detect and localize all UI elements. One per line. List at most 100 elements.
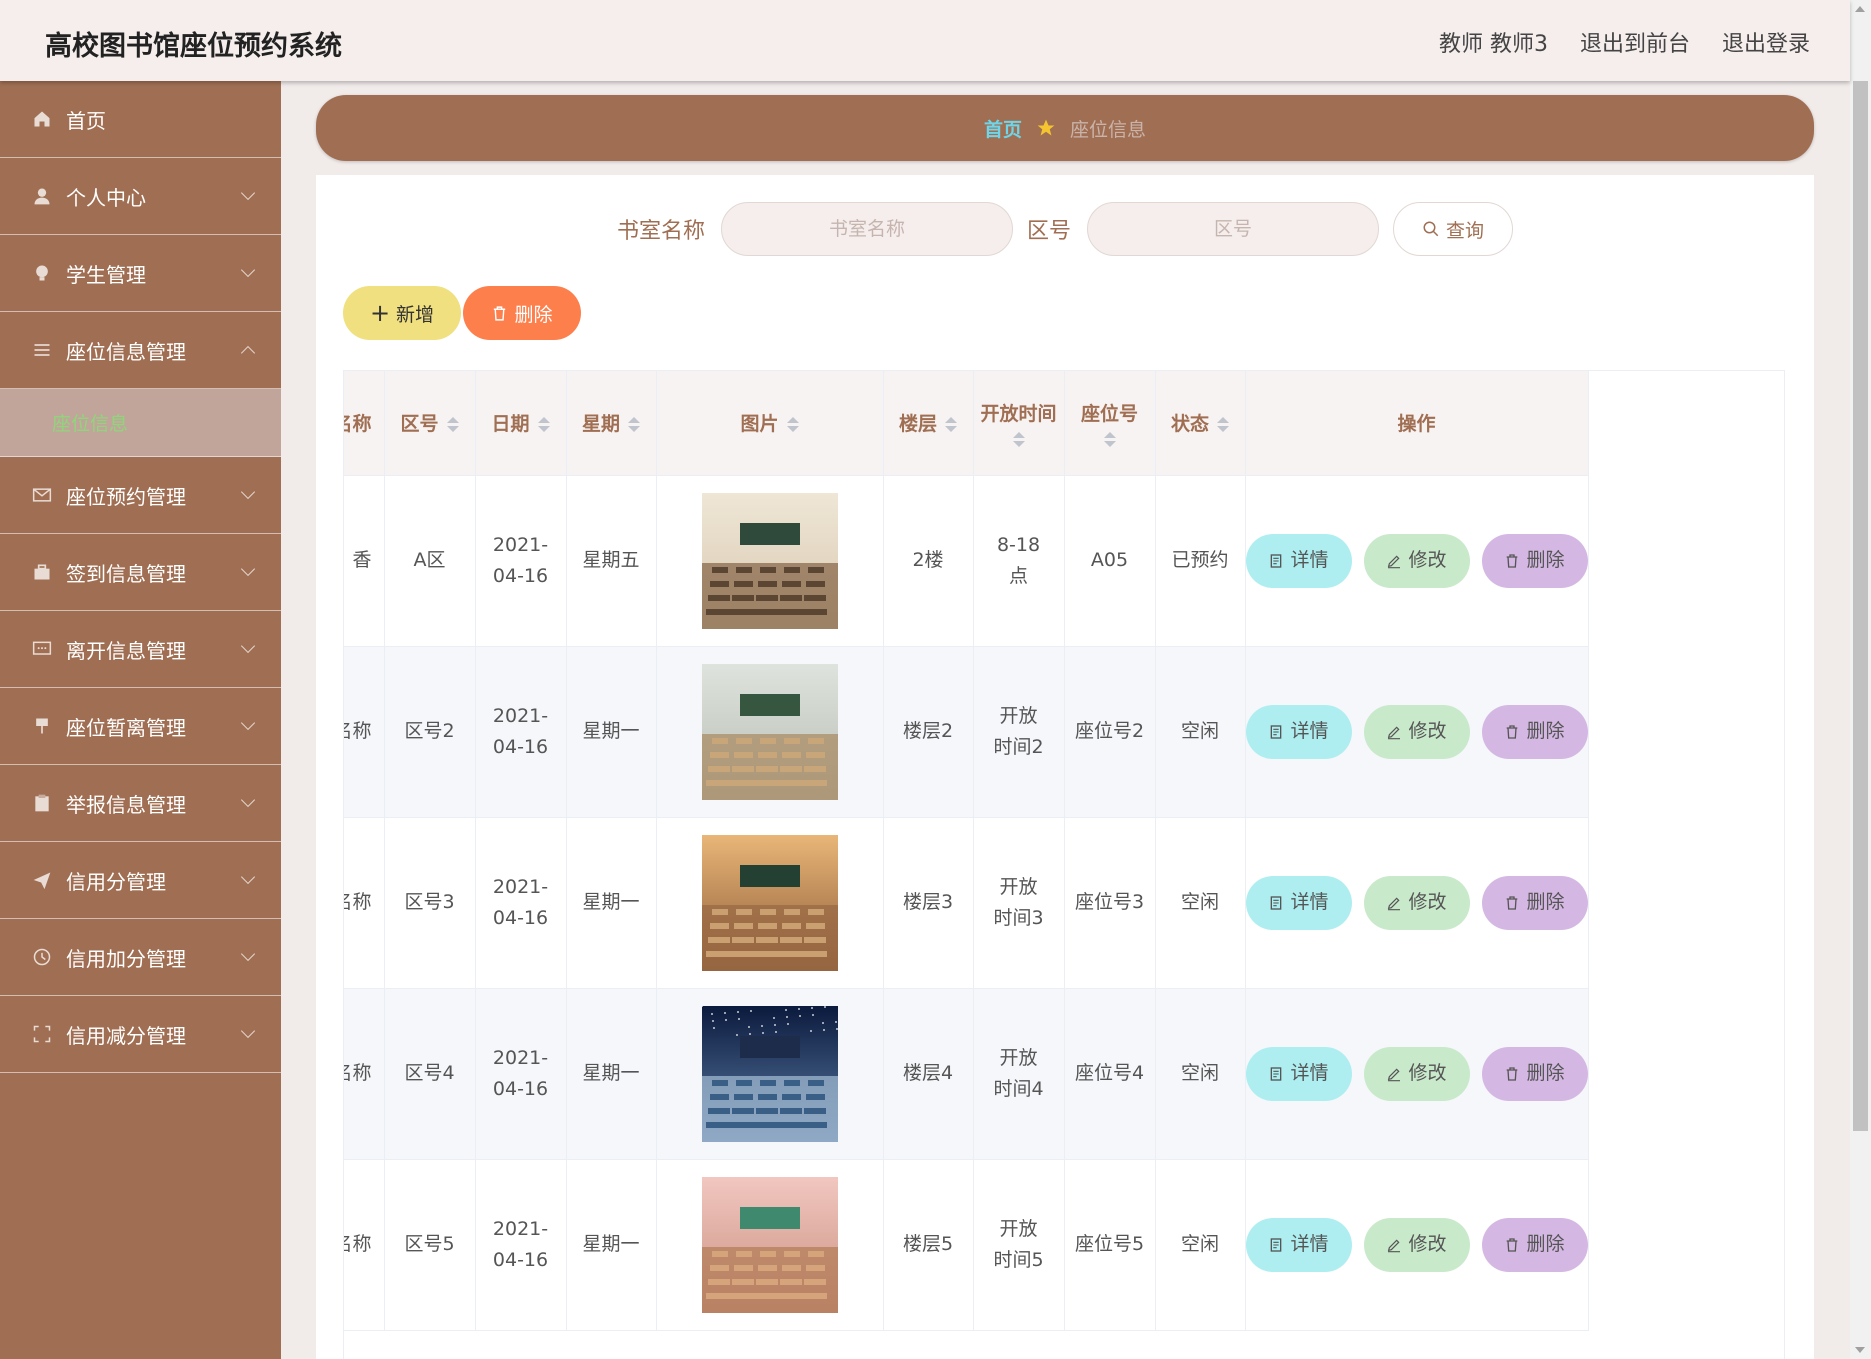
detail-button[interactable]: 详情 bbox=[1245, 1217, 1352, 1272]
trash-icon bbox=[1507, 1066, 1518, 1081]
clipboard-icon bbox=[32, 793, 52, 813]
detail-button[interactable]: 详情 bbox=[1245, 1046, 1352, 1101]
sidebar-item-label: 个人中心 bbox=[66, 185, 146, 210]
table-header-row: 名称 区号 日期 星期 图片 楼层 开放时间 座位号 状态 操作 bbox=[344, 371, 1589, 476]
delete-button[interactable]: 删除 bbox=[1481, 1046, 1588, 1101]
scroll-down-arrow-icon[interactable] bbox=[1855, 1347, 1865, 1353]
action-buttons: + 新增 删除 bbox=[343, 286, 581, 340]
sidebar-item-6[interactable]: 离开信息管理 bbox=[0, 611, 281, 688]
col-name[interactable]: 名称 bbox=[344, 371, 385, 476]
col-area[interactable]: 区号 bbox=[384, 371, 476, 476]
sort-icon[interactable] bbox=[1065, 431, 1155, 447]
document-icon bbox=[1271, 1066, 1282, 1081]
page-scrollbar[interactable] bbox=[1850, 0, 1871, 1359]
sidebar-item-0[interactable]: 首页 bbox=[0, 81, 281, 158]
cell-date: 2021-04-16 bbox=[475, 817, 567, 989]
sidebar-item-1[interactable]: 个人中心 bbox=[0, 158, 281, 235]
breadcrumb: 首页 座位信息 bbox=[316, 95, 1814, 161]
sidebar-subitem-seat-info[interactable]: 座位信息 bbox=[0, 389, 281, 457]
search-icon bbox=[1423, 221, 1439, 237]
sidebar-item-label: 举报信息管理 bbox=[66, 792, 186, 817]
add-button-label: 新增 bbox=[396, 303, 435, 326]
cell-image bbox=[656, 646, 884, 818]
query-button[interactable]: 查询 bbox=[1393, 202, 1514, 256]
sort-icon[interactable] bbox=[446, 417, 459, 433]
sort-icon[interactable] bbox=[786, 417, 799, 433]
delete-button[interactable]: 删除 bbox=[1481, 704, 1588, 759]
scroll-up-arrow-icon[interactable] bbox=[1855, 6, 1865, 12]
col-open-time[interactable]: 开放时间 bbox=[973, 371, 1065, 476]
sidebar-item-9[interactable]: 信用分管理 bbox=[0, 842, 281, 919]
logout-link[interactable]: 退出登录 bbox=[1722, 26, 1810, 58]
current-user-label: 教师 教师3 bbox=[1438, 32, 1548, 57]
cell-date: 2021-04-16 bbox=[475, 646, 567, 818]
col-status[interactable]: 状态 bbox=[1155, 371, 1246, 476]
sidebar-item-10[interactable]: 信用加分管理 bbox=[0, 919, 281, 996]
delete-button[interactable]: 删除 bbox=[1481, 1217, 1588, 1272]
sidebar-item-5[interactable]: 签到信息管理 bbox=[0, 534, 281, 611]
cell-name: 名称 bbox=[344, 1159, 385, 1331]
col-image[interactable]: 图片 bbox=[656, 371, 884, 476]
top-header: 高校图书馆座位预约系统 教师 教师3 退出到前台 退出登录 bbox=[0, 0, 1850, 81]
sort-icon[interactable] bbox=[628, 417, 640, 433]
add-button[interactable]: + 新增 bbox=[343, 286, 461, 340]
detail-button[interactable]: 详情 bbox=[1245, 533, 1352, 588]
room-name-input[interactable] bbox=[721, 202, 1013, 256]
sidebar-item-3[interactable]: 座位信息管理 bbox=[0, 312, 281, 389]
sidebar-item-11[interactable]: 信用减分管理 bbox=[0, 996, 281, 1073]
sidebar-item-7[interactable]: 座位暂离管理 bbox=[0, 688, 281, 765]
cell-seat-no: 座位号2 bbox=[1064, 646, 1156, 818]
detail-button[interactable]: 详情 bbox=[1245, 875, 1352, 930]
sidebar-item-8[interactable]: 举报信息管理 bbox=[0, 765, 281, 842]
cell-date: 2021-04-16 bbox=[475, 1159, 567, 1331]
sort-icon[interactable] bbox=[974, 431, 1064, 447]
cell-week: 星期一 bbox=[566, 1159, 657, 1331]
col-floor[interactable]: 楼层 bbox=[883, 371, 974, 476]
col-week[interactable]: 星期 bbox=[566, 371, 657, 476]
sort-icon[interactable] bbox=[1217, 417, 1229, 433]
sort-icon[interactable] bbox=[945, 417, 957, 433]
cell-seat-no: 座位号5 bbox=[1064, 1159, 1156, 1331]
sidebar-item-4[interactable]: 座位预约管理 bbox=[0, 457, 281, 534]
cell-area: A区 bbox=[384, 475, 476, 647]
cell-area: 区号2 bbox=[384, 646, 476, 818]
delete-button[interactable]: 删除 bbox=[1481, 533, 1588, 588]
search-form: 书室名称 区号 查询 bbox=[316, 202, 1814, 256]
star-icon bbox=[1037, 119, 1055, 136]
edit-button[interactable]: 修改 bbox=[1363, 704, 1470, 759]
detail-button[interactable]: 详情 bbox=[1245, 704, 1352, 759]
home-icon bbox=[32, 109, 52, 129]
edit-button[interactable]: 修改 bbox=[1363, 1217, 1470, 1272]
chevron-down-icon bbox=[240, 946, 256, 962]
sidebar-item-label: 座位信息管理 bbox=[66, 339, 186, 364]
col-seat-no[interactable]: 座位号 bbox=[1064, 371, 1156, 476]
menu-icon bbox=[32, 340, 52, 360]
clock-icon bbox=[32, 947, 52, 967]
edit-button[interactable]: 修改 bbox=[1363, 875, 1470, 930]
col-date[interactable]: 日期 bbox=[475, 371, 567, 476]
chevron-down-icon bbox=[240, 792, 256, 808]
batch-delete-button[interactable]: 删除 bbox=[463, 286, 581, 340]
scroll-thumb[interactable] bbox=[1853, 81, 1868, 1131]
sidebar-item-label: 离开信息管理 bbox=[66, 638, 186, 663]
pin-icon bbox=[32, 716, 52, 736]
cell-status: 空闲 bbox=[1155, 988, 1246, 1160]
cell-status: 已预约 bbox=[1155, 475, 1246, 647]
cell-status: 空闲 bbox=[1155, 646, 1246, 818]
mail-icon bbox=[32, 485, 52, 505]
cell-open-time: 8-18点 bbox=[973, 475, 1065, 647]
breadcrumb-home[interactable]: 首页 bbox=[984, 115, 1022, 142]
area-input[interactable] bbox=[1087, 202, 1380, 256]
sidebar-item-2[interactable]: 学生管理 bbox=[0, 235, 281, 312]
sidebar-item-label: 座位暂离管理 bbox=[66, 715, 186, 740]
breadcrumb-current: 座位信息 bbox=[1070, 118, 1147, 141]
sort-icon[interactable] bbox=[537, 417, 550, 433]
exit-to-front-link[interactable]: 退出到前台 bbox=[1580, 26, 1690, 58]
chevron-down-icon bbox=[240, 869, 256, 885]
edit-button[interactable]: 修改 bbox=[1363, 1046, 1470, 1101]
trash-icon bbox=[1507, 1237, 1518, 1252]
edit-button[interactable]: 修改 bbox=[1363, 533, 1470, 588]
trash-icon bbox=[494, 305, 506, 321]
edit-icon bbox=[1388, 1238, 1401, 1252]
delete-button[interactable]: 删除 bbox=[1481, 875, 1588, 930]
